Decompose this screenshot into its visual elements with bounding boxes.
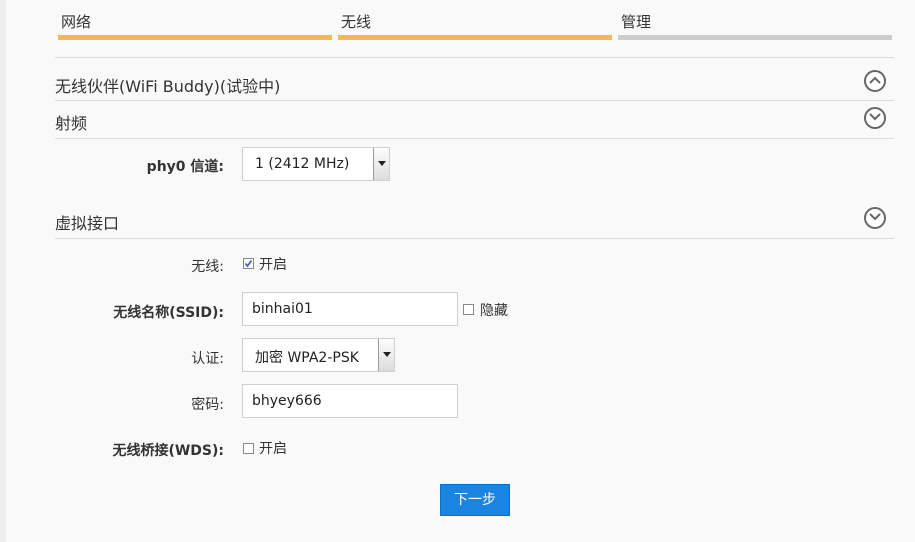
wds-label: 无线桥接(WDS): <box>112 443 224 459</box>
wireless-enable-checkbox[interactable] <box>243 258 254 269</box>
chevron-down-icon[interactable] <box>373 148 389 180</box>
hide-ssid-label: 隐藏 <box>480 303 508 319</box>
step-wireless[interactable]: 无线 <box>338 0 612 40</box>
wizard-steps: 网络 无线 管理 <box>58 0 892 40</box>
step-wireless-label: 无线 <box>341 13 372 31</box>
step-network-label: 网络 <box>61 13 92 31</box>
step-network[interactable]: 网络 <box>58 0 332 40</box>
auth-label: 认证: <box>191 351 224 367</box>
left-edge-strip <box>0 0 6 542</box>
divider <box>55 138 894 139</box>
step-wireless-bar <box>338 35 612 40</box>
wireless-enable-label: 开启 <box>259 257 287 273</box>
channel-select[interactable]: 1 (2412 MHz) <box>242 147 390 181</box>
auth-select[interactable]: 加密 WPA2-PSK <box>242 338 395 372</box>
chevron-down-circle-icon[interactable] <box>864 207 886 229</box>
section-virtual-interface[interactable]: 虚拟接口 <box>55 206 894 236</box>
ssid-input[interactable] <box>242 292 458 326</box>
section-radio[interactable]: 射频 <box>55 106 894 136</box>
channel-label: phy0 信道: <box>146 159 224 175</box>
password-label: 密码: <box>191 397 224 413</box>
wireless-label: 无线: <box>191 259 224 275</box>
divider <box>55 100 894 101</box>
chevron-up-circle-icon[interactable] <box>864 70 886 92</box>
divider <box>55 57 894 58</box>
channel-select-value: 1 (2412 MHz) <box>255 156 350 172</box>
chevron-down-icon[interactable] <box>378 339 394 371</box>
chevron-down-circle-icon[interactable] <box>864 107 886 129</box>
auth-select-value: 加密 WPA2-PSK <box>255 350 359 366</box>
section-wifi-buddy-title: 无线伙伴(WiFi Buddy)(试验中) <box>55 77 281 96</box>
wds-enable-label: 开启 <box>259 441 287 457</box>
step-management-label: 管理 <box>621 13 652 31</box>
divider <box>55 238 894 239</box>
section-wifi-buddy[interactable]: 无线伙伴(WiFi Buddy)(试验中) <box>55 69 894 99</box>
wds-enable-checkbox[interactable] <box>243 443 254 454</box>
ssid-label: 无线名称(SSID): <box>113 305 224 321</box>
section-virtual-interface-title: 虚拟接口 <box>55 214 120 233</box>
step-management[interactable]: 管理 <box>618 0 892 40</box>
step-management-bar <box>618 35 892 40</box>
step-network-bar <box>58 35 332 40</box>
section-radio-title: 射频 <box>55 114 88 133</box>
hide-ssid-checkbox[interactable] <box>463 304 474 315</box>
password-input[interactable] <box>242 384 458 418</box>
next-button[interactable]: 下一步 <box>440 484 510 516</box>
